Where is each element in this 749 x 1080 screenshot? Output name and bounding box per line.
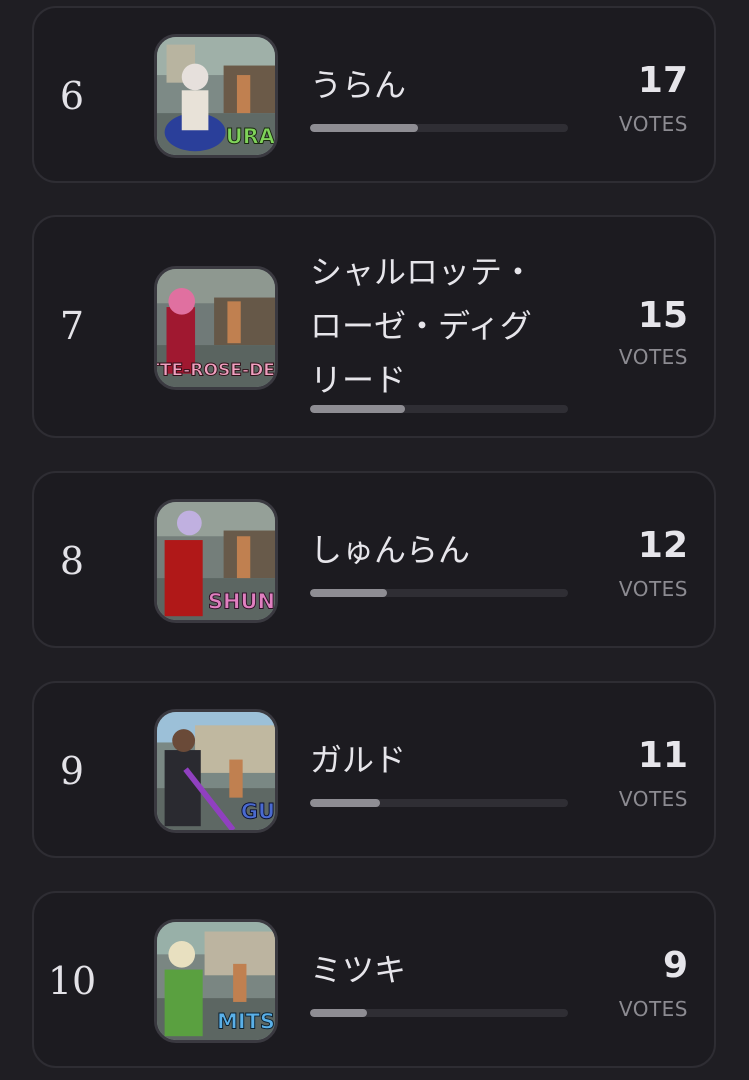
rank-number: 7	[59, 304, 85, 348]
vote-bar-fill	[310, 124, 419, 132]
vote-bar	[310, 405, 568, 413]
rank-number: 10	[47, 959, 97, 1003]
character-name: ガルド	[310, 741, 407, 779]
thumbnail-caption: URA	[226, 125, 275, 149]
vote-count: 9	[662, 945, 688, 986]
character-image: URA	[157, 37, 275, 155]
character-name: シャルロッテ・ ローゼ・ディグ リード	[310, 253, 535, 399]
ranking-card[interactable]: 8 SHUN しゅんらん 12 VOTES	[32, 471, 716, 648]
votes-label: VOTES	[618, 345, 688, 369]
vote-count: 12	[637, 525, 688, 566]
ranking-list: 6 URA うらん 17 VOTES 7 TE-ROSE-DE シャルロッテ・ …	[0, 0, 749, 1080]
character-thumbnail: OTTE-ROSE-DE	[154, 266, 278, 390]
vote-count: 11	[637, 735, 688, 776]
character-name: しゅんらん	[310, 531, 471, 569]
vote-bar-fill	[310, 589, 388, 597]
character-image: MITS	[157, 922, 275, 1040]
thumbnail-caption: SHUN	[208, 590, 275, 614]
ranking-card[interactable]: 6 URA うらん 17 VOTES	[32, 6, 716, 183]
ranking-card[interactable]: 7 OTTE-ROSE-DE シャルロッテ・ ローゼ・ディグ リード 15 VO…	[32, 215, 716, 438]
character-thumbnail: MITS	[154, 919, 278, 1043]
vote-bar	[310, 799, 568, 807]
character-image: OTTE-ROSE-DE	[157, 269, 275, 387]
rank-number: 9	[59, 749, 85, 793]
votes-label: VOTES	[618, 112, 688, 136]
vote-count: 15	[637, 295, 688, 336]
vote-bar-fill	[310, 799, 380, 807]
thumbnail-caption: MITS	[217, 1010, 275, 1034]
votes-label: VOTES	[618, 577, 688, 601]
thumbnail-caption: OTTE-ROSE-DE	[157, 361, 275, 381]
ranking-card[interactable]: 9 GU ガルド 11 VOTES	[32, 681, 716, 858]
vote-bar	[310, 1009, 568, 1017]
character-image: GU	[157, 712, 275, 830]
vote-bar	[310, 124, 568, 132]
ranking-card[interactable]: 10 MITS ミツキ 9 VOTES	[32, 891, 716, 1068]
vote-bar-fill	[310, 405, 406, 413]
character-thumbnail: SHUN	[154, 499, 278, 623]
character-name: うらん	[310, 66, 407, 104]
votes-label: VOTES	[618, 787, 688, 811]
character-name: ミツキ	[310, 951, 407, 989]
character-image: SHUN	[157, 502, 275, 620]
vote-bar	[310, 589, 568, 597]
thumbnail-caption: GU	[241, 800, 275, 824]
votes-label: VOTES	[618, 997, 688, 1021]
character-thumbnail: URA	[154, 34, 278, 158]
character-thumbnail: GU	[154, 709, 278, 833]
vote-bar-fill	[310, 1009, 367, 1017]
vote-count: 17	[637, 60, 688, 101]
rank-number: 8	[59, 539, 85, 583]
rank-number: 6	[59, 74, 85, 118]
